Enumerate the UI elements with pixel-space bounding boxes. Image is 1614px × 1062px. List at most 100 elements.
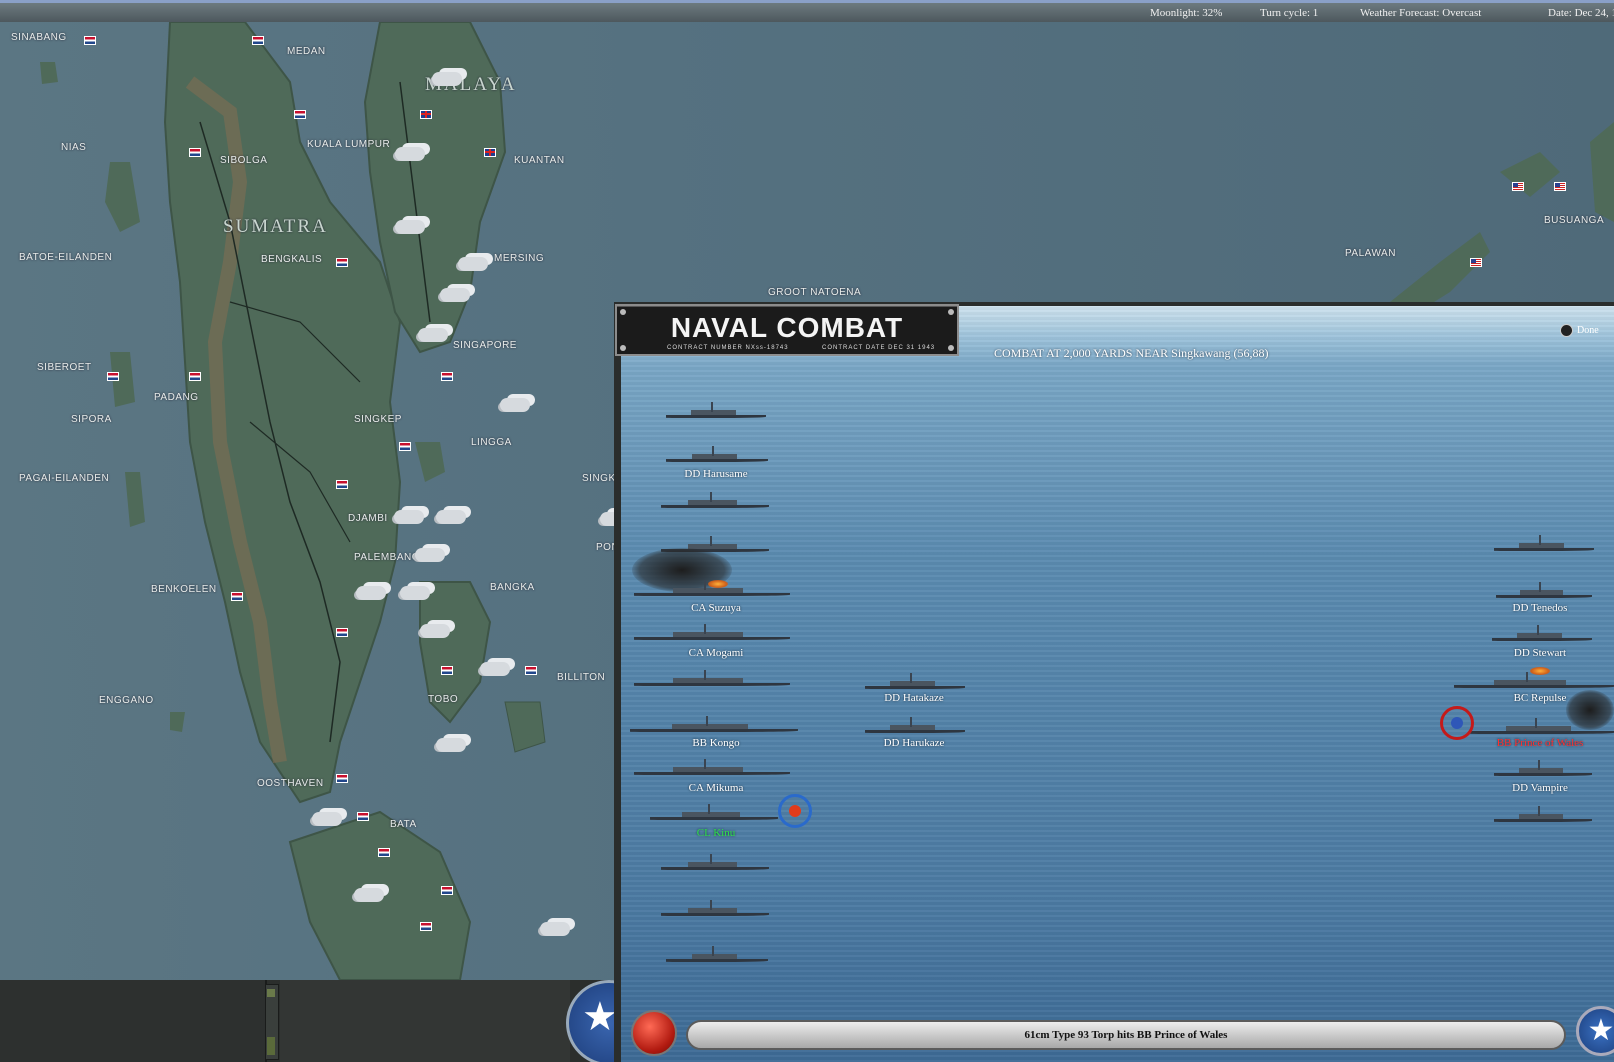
map-label-benkoelen: BENKOELEN xyxy=(151,584,217,595)
base-flag-icon[interactable] xyxy=(399,442,411,451)
base-flag-icon[interactable] xyxy=(525,666,537,675)
record-button[interactable] xyxy=(631,1010,677,1056)
ship-silhouette[interactable] xyxy=(1496,582,1592,598)
map-label-billiton: BILLITON xyxy=(557,672,606,683)
cloud-icon xyxy=(432,72,462,86)
rivet-icon xyxy=(948,345,954,351)
base-flag-icon[interactable] xyxy=(357,812,369,821)
map-label-kuala-lumpur: KUALA LUMPUR xyxy=(307,139,391,150)
map-label-toboali: TOBO xyxy=(428,694,459,705)
cloud-icon xyxy=(312,812,342,826)
cloud-icon xyxy=(500,398,530,412)
base-flag-icon[interactable] xyxy=(294,110,306,119)
ship-silhouette[interactable] xyxy=(634,670,790,686)
base-flag-icon[interactable] xyxy=(231,592,243,601)
combat-message-bar: 61cm Type 93 Torp hits BB Prince of Wale… xyxy=(686,1020,1566,1050)
ship-silhouette[interactable] xyxy=(666,946,768,962)
ship-silhouette[interactable] xyxy=(634,624,790,640)
base-flag-icon[interactable] xyxy=(1470,258,1482,267)
base-flag-icon[interactable] xyxy=(420,110,432,119)
base-flag-icon[interactable] xyxy=(336,258,348,267)
moonlight-readout: Moonlight: 32% xyxy=(1150,7,1223,19)
base-flag-icon[interactable] xyxy=(189,148,201,157)
ship-silhouette[interactable] xyxy=(661,900,769,916)
message-pane xyxy=(0,980,267,1062)
map-label-sibolga: SIBOLGA xyxy=(220,155,268,166)
map-label-sinabang: SINABANG xyxy=(11,32,67,43)
base-flag-icon[interactable] xyxy=(107,372,119,381)
ship-silhouette[interactable] xyxy=(634,580,790,596)
contract-number: CONTRACT NUMBER NXss-18743 xyxy=(667,345,789,351)
map-label-djambi: DJAMBI xyxy=(348,513,388,524)
ship-silhouette[interactable] xyxy=(1494,760,1592,776)
ship-label-dd-stewart: DD Stewart xyxy=(1513,647,1567,659)
base-flag-icon[interactable] xyxy=(441,372,453,381)
base-flag-icon[interactable] xyxy=(336,480,348,489)
base-flag-icon[interactable] xyxy=(420,922,432,931)
base-flag-icon[interactable] xyxy=(484,148,496,157)
star-icon: ★ xyxy=(1587,1013,1614,1048)
cloud-icon xyxy=(400,586,430,600)
scroll-thumb[interactable] xyxy=(267,1037,275,1055)
done-button[interactable]: Done xyxy=(1560,324,1599,337)
map-label-palembang: PALEMBANG xyxy=(354,552,420,563)
cloud-icon xyxy=(540,922,570,936)
map-label-lingga: LINGGA xyxy=(471,437,512,448)
base-flag-icon[interactable] xyxy=(1554,182,1566,191)
ship-silhouette[interactable] xyxy=(1470,716,1614,734)
map-label-oosthaven: OOSTHAVEN xyxy=(257,778,324,789)
info-panel xyxy=(0,980,612,1062)
ship-label-ca-mogami: CA Mogami xyxy=(688,647,744,659)
scroll-up-arrow-icon[interactable] xyxy=(267,989,275,997)
base-flag-icon[interactable] xyxy=(189,372,201,381)
base-flag-icon[interactable] xyxy=(1512,182,1524,191)
cloud-icon xyxy=(440,288,470,302)
ship-silhouette[interactable] xyxy=(1494,535,1594,551)
ship-silhouette[interactable] xyxy=(661,492,769,508)
star-icon: ★ xyxy=(582,994,618,1040)
ship-label-ca-mikuma: CA Mikuma xyxy=(688,782,744,794)
allied-target-reticle-icon xyxy=(1440,706,1474,740)
base-flag-icon[interactable] xyxy=(378,848,390,857)
map-label-kuantan: KUANTAN xyxy=(514,155,565,166)
ship-silhouette[interactable] xyxy=(1492,625,1592,641)
ship-silhouette[interactable] xyxy=(661,854,769,870)
base-flag-icon[interactable] xyxy=(441,666,453,675)
done-label: Done xyxy=(1577,324,1599,336)
map-label-busuanga: BUSUANGA xyxy=(1544,215,1605,226)
storm-cloud-icon xyxy=(395,147,425,161)
ship-silhouette[interactable] xyxy=(666,402,766,418)
ship-silhouette[interactable] xyxy=(1454,672,1614,688)
ship-silhouette[interactable] xyxy=(865,673,965,689)
ship-label-bb-prince-of-wales: BB Prince of Wales xyxy=(1496,737,1584,749)
base-flag-icon[interactable] xyxy=(336,628,348,637)
weather-forecast-readout: Weather Forecast: Overcast xyxy=(1360,7,1482,19)
storm-cloud-icon xyxy=(395,220,425,234)
ship-silhouette[interactable] xyxy=(865,717,965,733)
storm-cloud-icon xyxy=(418,328,448,342)
map-label-singapore: SINGAPORE xyxy=(453,340,517,351)
base-flag-icon[interactable] xyxy=(441,886,453,895)
map-label-batoe-eilanden: BATOE-EILANDEN xyxy=(19,252,113,263)
map-label-siberoet: SIBEROET xyxy=(37,362,92,373)
base-flag-icon[interactable] xyxy=(252,36,264,45)
naval-combat-title-plate: NAVAL COMBAT CONTRACT NUMBER NXss-18743 … xyxy=(615,304,959,356)
base-flag-icon[interactable] xyxy=(84,36,96,45)
ship-silhouette[interactable] xyxy=(630,708,798,732)
map-label-nias: NIAS xyxy=(61,142,87,153)
rivet-icon xyxy=(620,345,626,351)
arrow-right-icon xyxy=(1560,324,1573,337)
map-label-padang: PADANG xyxy=(154,392,199,403)
ship-label-dd-harukaze: DD Harukaze xyxy=(883,737,945,749)
ship-silhouette[interactable] xyxy=(634,757,790,775)
detail-pane xyxy=(280,980,570,1062)
base-flag-icon[interactable] xyxy=(336,774,348,783)
map-label-bangka: BANGKA xyxy=(490,582,535,593)
map-label-mersing: MERSING xyxy=(494,253,545,264)
ship-silhouette[interactable] xyxy=(1494,806,1592,822)
ship-silhouette[interactable] xyxy=(666,446,768,462)
ship-silhouette[interactable] xyxy=(650,804,778,820)
date-readout: Date: Dec 24, 19 xyxy=(1548,7,1614,19)
message-scrollbar[interactable] xyxy=(265,984,279,1060)
storm-cloud-icon xyxy=(394,510,424,524)
